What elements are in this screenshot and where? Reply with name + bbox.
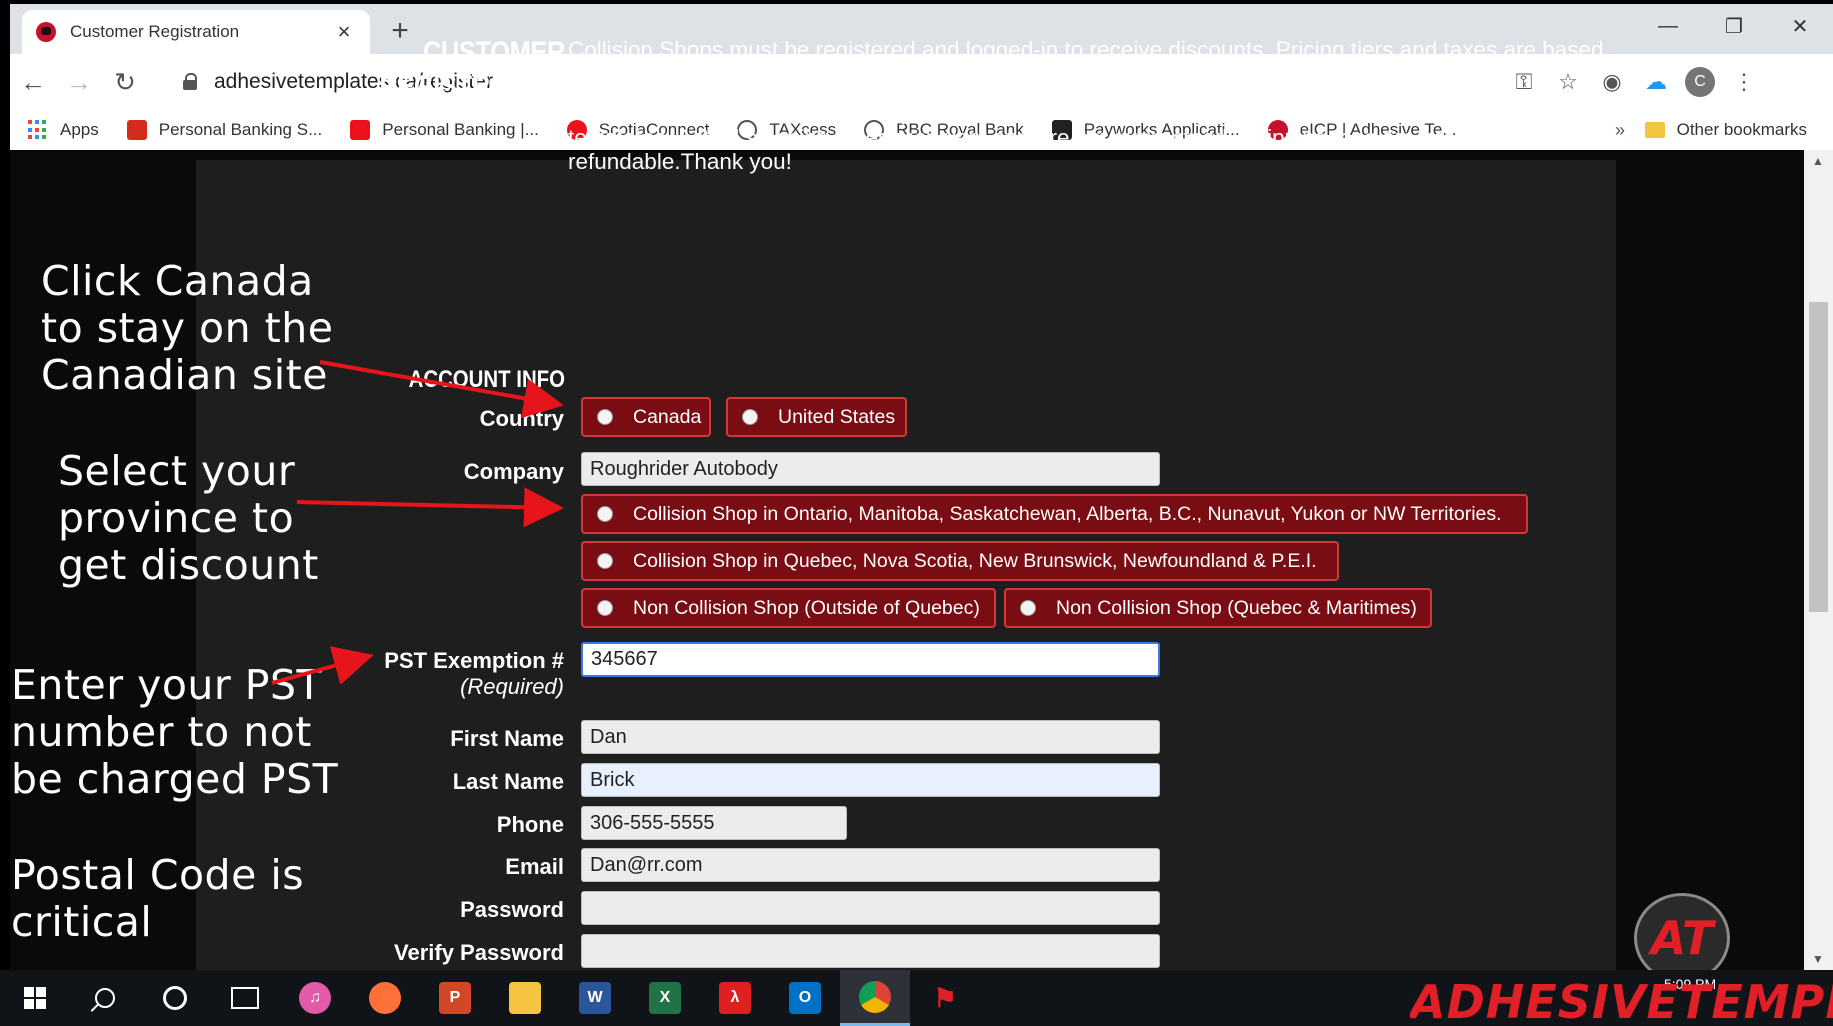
bookmark-apps[interactable]: Apps bbox=[28, 120, 99, 140]
acrobat-icon: λ bbox=[719, 982, 751, 1014]
annotation-canada: Click Canada to stay on the Canadian sit… bbox=[41, 257, 334, 399]
password-field[interactable] bbox=[581, 891, 1160, 925]
adhesive-templates-wordmark: ADHESIVETEMPLATES bbox=[1410, 975, 1833, 1023]
itunes-icon: ♫ bbox=[299, 982, 331, 1014]
outlook-app[interactable]: O bbox=[770, 970, 840, 1026]
forward-arrow-icon[interactable]: → bbox=[56, 59, 102, 105]
radio-dot bbox=[597, 600, 613, 616]
intro-paragraph-2: Supply items will be charged shipping co… bbox=[568, 100, 1568, 174]
section-account-info: ACCOUNT INFO bbox=[408, 366, 565, 393]
firefox-icon bbox=[369, 982, 401, 1014]
email-field[interactable] bbox=[581, 848, 1160, 882]
radio-dot bbox=[742, 409, 758, 425]
radio-dot bbox=[597, 409, 613, 425]
company-field[interactable] bbox=[581, 452, 1160, 486]
radio-dot bbox=[597, 506, 613, 522]
last-name-field[interactable] bbox=[581, 763, 1160, 797]
scotiabank-icon bbox=[350, 120, 371, 140]
phone-field[interactable] bbox=[581, 806, 847, 840]
window-controls: — ❐ ✕ bbox=[1635, 4, 1833, 54]
outlook-icon: O bbox=[789, 982, 821, 1014]
cloud-extension-icon[interactable]: ☁ bbox=[1634, 60, 1678, 104]
scroll-up-icon[interactable]: ▲ bbox=[1812, 154, 1824, 168]
folder-icon bbox=[509, 982, 541, 1014]
excel-app[interactable]: X bbox=[630, 970, 700, 1026]
chrome-app[interactable] bbox=[840, 970, 910, 1026]
vertical-scrollbar[interactable]: ▲ ▼ bbox=[1804, 150, 1833, 970]
lock-icon[interactable] bbox=[182, 73, 198, 91]
search-taskbar-button[interactable] bbox=[70, 970, 140, 1026]
file-explorer-app[interactable] bbox=[490, 970, 560, 1026]
country-label: Country bbox=[479, 406, 564, 431]
excel-icon: X bbox=[649, 982, 681, 1014]
task-view-button[interactable] bbox=[210, 970, 280, 1026]
windows-logo-icon bbox=[24, 987, 46, 1009]
more-bookmarks-chevron[interactable]: » bbox=[1615, 120, 1625, 141]
word-app[interactable]: W bbox=[560, 970, 630, 1026]
non-collision-quebec-maritimes-radio[interactable]: Non Collision Shop (Quebec & Maritimes) bbox=[1004, 588, 1432, 628]
tab-title: Customer Registration bbox=[70, 22, 240, 41]
radio-dot bbox=[1020, 600, 1036, 616]
annotation-pst: Enter your PST number to not be charged … bbox=[11, 661, 339, 803]
powerpoint-app[interactable]: P bbox=[420, 970, 490, 1026]
chrome-icon bbox=[859, 980, 891, 1013]
car-icon: ⚑ bbox=[933, 982, 957, 1013]
non-collision-outside-quebec-radio[interactable]: Non Collision Shop (Outside of Quebec) bbox=[581, 588, 996, 628]
restore-icon[interactable]: ❐ bbox=[1701, 4, 1767, 48]
powerpoint-icon: P bbox=[439, 982, 471, 1014]
close-window-icon[interactable]: ✕ bbox=[1767, 4, 1833, 48]
cortana-icon bbox=[163, 986, 187, 1010]
reload-icon[interactable]: ↻ bbox=[102, 59, 148, 105]
pst-exemption-field[interactable] bbox=[581, 642, 1160, 677]
itunes-app[interactable]: ♫ bbox=[280, 970, 350, 1026]
apps-grid-icon bbox=[28, 120, 48, 140]
menu-kebab-icon[interactable]: ⋮ bbox=[1722, 60, 1766, 104]
canada-flag-icon bbox=[126, 120, 147, 140]
province-radio-west-territories[interactable]: Collision Shop in Ontario, Manitoba, Sas… bbox=[581, 494, 1528, 534]
acrobat-app[interactable]: λ bbox=[700, 970, 770, 1026]
bookmark-personal-banking-2[interactable]: Personal Banking |... bbox=[350, 120, 539, 140]
annotation-postal: Postal Code is critical bbox=[11, 851, 305, 946]
radio-dot bbox=[597, 553, 613, 569]
page-title: CUSTOMER REGISTRATION bbox=[379, 36, 565, 103]
adhesive-templates-favicon-icon bbox=[36, 22, 56, 42]
first-name-field[interactable] bbox=[581, 720, 1160, 754]
intro-text: Collision Shops must be registered and l… bbox=[568, 37, 1608, 189]
minimize-icon[interactable]: — bbox=[1635, 4, 1701, 48]
profile-avatar[interactable]: C bbox=[1678, 60, 1722, 104]
folder-icon bbox=[1644, 122, 1665, 138]
country-radio-canada[interactable]: Canada bbox=[581, 397, 711, 437]
start-button[interactable] bbox=[0, 970, 70, 1026]
scroll-down-icon[interactable]: ▼ bbox=[1812, 952, 1824, 966]
intro-paragraph-1: Collision Shops must be registered and l… bbox=[568, 37, 1604, 87]
verify-password-field[interactable] bbox=[581, 934, 1160, 968]
back-arrow-icon[interactable]: ← bbox=[10, 59, 56, 105]
word-icon: W bbox=[579, 982, 611, 1014]
bookmark-personal-banking-1[interactable]: Personal Banking S... bbox=[126, 120, 322, 140]
cortana-button[interactable] bbox=[140, 970, 210, 1026]
phone-label: Phone bbox=[496, 812, 564, 837]
other-bookmarks[interactable]: Other bookmarks bbox=[1644, 120, 1807, 140]
task-view-icon bbox=[231, 987, 259, 1009]
firefox-app[interactable] bbox=[350, 970, 420, 1026]
scroll-thumb[interactable] bbox=[1809, 302, 1828, 612]
annotation-province: Select your province to get discount bbox=[58, 447, 319, 589]
car-app[interactable]: ⚑ bbox=[910, 970, 980, 1026]
country-radio-united-states[interactable]: United States bbox=[726, 397, 907, 437]
search-icon bbox=[95, 988, 115, 1008]
province-radio-quebec-atlantic[interactable]: Collision Shop in Quebec, Nova Scotia, N… bbox=[581, 541, 1339, 581]
